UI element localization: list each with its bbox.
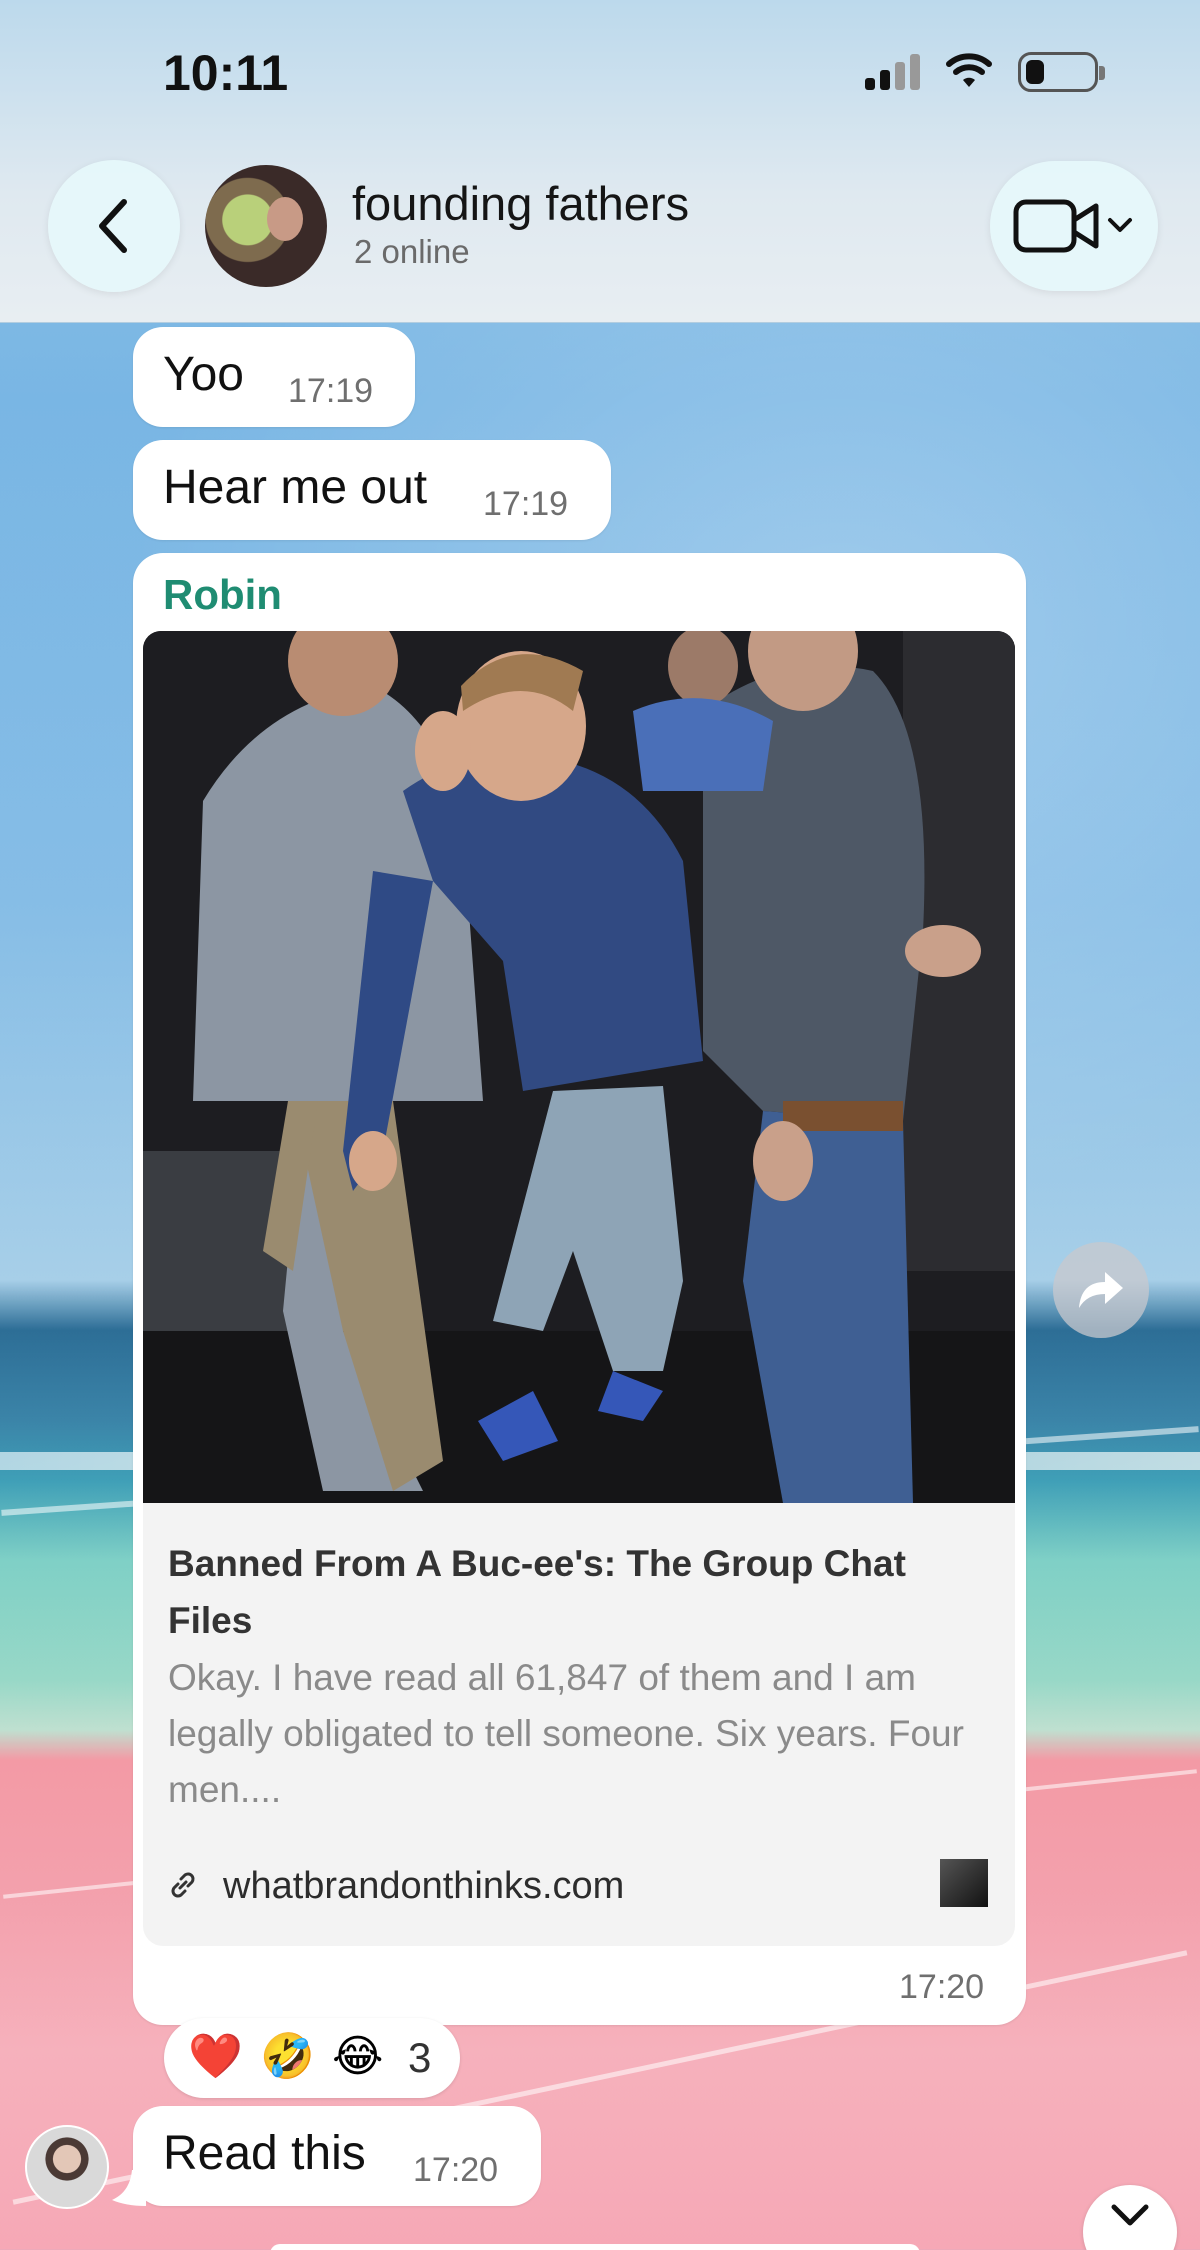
sender-name[interactable]: Robin bbox=[163, 571, 282, 619]
reaction-heart[interactable]: ❤️ bbox=[188, 2032, 243, 2082]
message-text: Read this bbox=[163, 2127, 366, 2180]
chevron-down-icon bbox=[1111, 2204, 1149, 2226]
message-reactions[interactable]: ❤️ 🤣 😂 3 bbox=[164, 2018, 460, 2098]
online-count: 2 online bbox=[354, 233, 470, 270]
battery-icon bbox=[1018, 52, 1105, 92]
bubble-tail bbox=[112, 2170, 146, 2206]
photo-illustration bbox=[143, 631, 1015, 1503]
link-message-bubble[interactable]: Robin Banned From A Buc-ee's: The Group … bbox=[133, 553, 1026, 2025]
message-text: Yoo bbox=[163, 348, 244, 401]
message-time: 17:20 bbox=[413, 2151, 499, 2189]
reaction-joy[interactable]: 😂 bbox=[332, 2032, 383, 2082]
message-bubble[interactable]: Read this 17:20 bbox=[133, 2106, 541, 2206]
sender-avatar[interactable] bbox=[25, 2125, 109, 2209]
message-text: Hear me out bbox=[163, 461, 428, 514]
link-preview-title[interactable]: Banned From A Buc-ee's: The Group Chat F… bbox=[168, 1535, 988, 1649]
forward-arrow-icon bbox=[1079, 1272, 1123, 1308]
message-time: 17:19 bbox=[288, 372, 374, 410]
chat-header: 10:11 founding fathers 2 online bbox=[0, 0, 1200, 323]
link-preview-card[interactable]: Banned From A Buc-ee's: The Group Chat F… bbox=[143, 1503, 1015, 1946]
message-time: 17:20 bbox=[899, 1968, 985, 2006]
next-message-edge bbox=[270, 2244, 920, 2250]
message-bubble[interactable]: Yoo 17:19 bbox=[133, 327, 415, 427]
chevron-left-icon bbox=[99, 199, 127, 253]
wifi-icon bbox=[946, 53, 992, 87]
scroll-to-bottom-button[interactable] bbox=[1083, 2185, 1177, 2250]
status-time: 10:11 bbox=[163, 45, 289, 101]
cellular-signal-icon bbox=[865, 52, 923, 90]
message-time: 17:19 bbox=[483, 485, 569, 523]
reaction-rofl[interactable]: 🤣 bbox=[260, 2032, 315, 2082]
video-call-button[interactable] bbox=[990, 161, 1158, 291]
chat-title[interactable]: founding fathers bbox=[352, 176, 689, 231]
link-preview-domain[interactable]: whatbrandonthinks.com bbox=[223, 1865, 624, 1908]
link-preview-image[interactable] bbox=[143, 631, 1015, 1503]
forward-button[interactable] bbox=[1053, 1242, 1149, 1338]
reaction-count: 3 bbox=[408, 2034, 432, 2081]
site-favicon bbox=[940, 1859, 988, 1907]
group-avatar[interactable] bbox=[205, 165, 327, 287]
link-preview-description: Okay. I have read all 61,847 of them and… bbox=[168, 1657, 964, 1810]
message-bubble[interactable]: Hear me out 17:19 bbox=[133, 440, 611, 540]
video-camera-icon bbox=[1013, 199, 1132, 253]
back-button[interactable] bbox=[48, 160, 180, 292]
link-icon bbox=[171, 1872, 195, 1898]
